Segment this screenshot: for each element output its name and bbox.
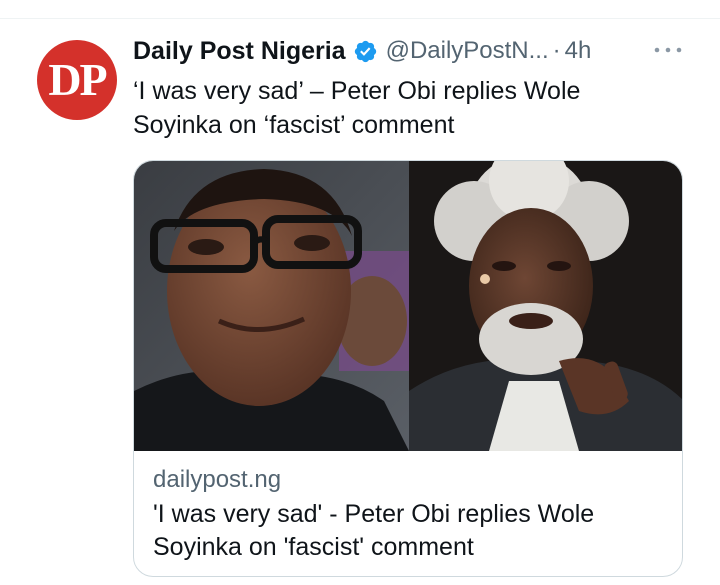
more-horizontal-icon (654, 47, 682, 53)
card-domain: dailypost.ng (153, 466, 282, 493)
tweet-header: Daily Post Nigeria @DailyPostN... · 4h (133, 35, 690, 67)
author-name[interactable]: Daily Post Nigeria (133, 37, 346, 66)
avatar[interactable]: DP (37, 40, 117, 120)
photo-wole-soyinka (409, 161, 682, 451)
more-options-button[interactable] (651, 40, 685, 60)
header-separator: · (552, 37, 561, 64)
author-handle[interactable]: @DailyPostN... (386, 37, 549, 65)
tweet-text: ‘I was very sad’ – Peter Obi replies Wol… (133, 77, 581, 139)
link-card[interactable]: dailypost.ng 'I was very sad' - Peter Ob… (133, 160, 683, 577)
photo-peter-obi (134, 161, 409, 451)
card-image[interactable] (134, 161, 682, 451)
top-divider (0, 18, 720, 19)
verified-badge-icon[interactable] (353, 39, 378, 64)
card-meta: dailypost.ng 'I was very sad' - Peter Ob… (153, 464, 668, 564)
tweet-timestamp[interactable]: 4h (565, 37, 592, 65)
avatar-logo-text: DP (48, 54, 107, 105)
card-title: 'I was very sad' - Peter Obi replies Wol… (153, 500, 595, 561)
